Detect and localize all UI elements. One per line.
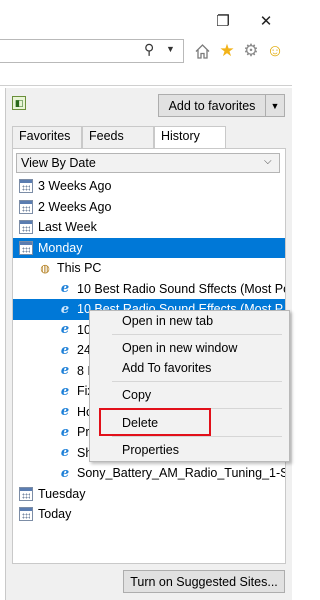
- menu-open-new-tab[interactable]: Open in new tab: [122, 314, 213, 328]
- ie-page-icon: e: [60, 424, 70, 440]
- context-menu: [89, 310, 290, 462]
- toolbar-divider: [0, 85, 292, 86]
- close-button[interactable]: ✕: [255, 12, 277, 30]
- ie-page-icon: e: [60, 342, 70, 358]
- history-item-last-week[interactable]: Last Week: [13, 217, 285, 238]
- restore-icon: ❐: [216, 13, 230, 30]
- ie-page-icon: e: [60, 363, 70, 379]
- ie-page-icon: e: [60, 281, 70, 297]
- menu-separator: [112, 436, 282, 437]
- calendar-icon: [19, 199, 33, 214]
- tab-favorites[interactable]: Favorites: [12, 126, 82, 149]
- menu-separator: [112, 381, 282, 382]
- select-arrow-icon[interactable]: ⌵: [264, 156, 272, 167]
- menu-copy[interactable]: Copy: [122, 388, 151, 402]
- add-to-favorites-button[interactable]: Add to favorites: [158, 94, 266, 117]
- address-bar[interactable]: [0, 39, 184, 63]
- history-page-item[interactable]: e 10 Best Radio Sound Sffects (Most Po...: [13, 279, 285, 300]
- folder-pc-icon: ◍: [40, 262, 50, 275]
- ie-page-icon: e: [60, 322, 70, 338]
- favorites-star-icon[interactable]: ★: [216, 40, 238, 62]
- ie-page-icon: e: [60, 383, 70, 399]
- calendar-icon: [19, 179, 33, 194]
- smiley-feedback-icon[interactable]: ☺: [264, 40, 286, 62]
- delete-highlight-box: [99, 408, 211, 436]
- title-bar: [0, 0, 292, 38]
- tab-feeds[interactable]: Feeds: [82, 126, 154, 149]
- search-icon[interactable]: ⚲: [144, 41, 154, 58]
- pin-panel-icon[interactable]: ◧: [12, 96, 26, 110]
- history-item-monday[interactable]: Monday: [13, 237, 285, 258]
- history-item-today[interactable]: Today: [13, 504, 285, 525]
- calendar-icon: [19, 486, 33, 501]
- calendar-icon: [19, 220, 33, 235]
- menu-add-to-favorites[interactable]: Add To favorites: [122, 361, 211, 375]
- menu-open-new-window[interactable]: Open in new window: [122, 341, 237, 355]
- restore-button[interactable]: ❐: [212, 12, 234, 30]
- history-item-tuesday[interactable]: Tuesday: [13, 484, 285, 505]
- home-icon[interactable]: [191, 40, 213, 62]
- menu-properties[interactable]: Properties: [122, 443, 179, 457]
- tab-history[interactable]: History: [154, 126, 226, 150]
- history-page-item[interactable]: e Sony_Battery_AM_Radio_Tuning_1-S...: [13, 463, 285, 484]
- history-item-this-pc[interactable]: ◍ This PC: [13, 258, 285, 279]
- close-icon: ✕: [259, 13, 273, 30]
- suggested-sites-button[interactable]: Turn on Suggested Sites...: [123, 570, 285, 593]
- view-by-select[interactable]: View By Date: [16, 153, 280, 173]
- settings-gear-icon[interactable]: ⚙: [240, 40, 262, 62]
- calendar-icon: [19, 240, 33, 255]
- history-item-3-weeks-ago[interactable]: 3 Weeks Ago: [13, 176, 285, 197]
- add-to-favorites-dropdown[interactable]: ▼: [265, 94, 285, 117]
- ie-page-icon: e: [60, 404, 70, 420]
- history-item-2-weeks-ago[interactable]: 2 Weeks Ago: [13, 197, 285, 218]
- ie-page-icon: e: [60, 301, 70, 317]
- ie-page-icon: e: [60, 445, 70, 461]
- ie-page-icon: e: [60, 465, 70, 481]
- calendar-icon: [19, 507, 33, 522]
- chevron-down-icon: ▼: [270, 100, 280, 111]
- menu-separator: [112, 334, 282, 335]
- address-dropdown-icon[interactable]: ▼: [166, 44, 175, 54]
